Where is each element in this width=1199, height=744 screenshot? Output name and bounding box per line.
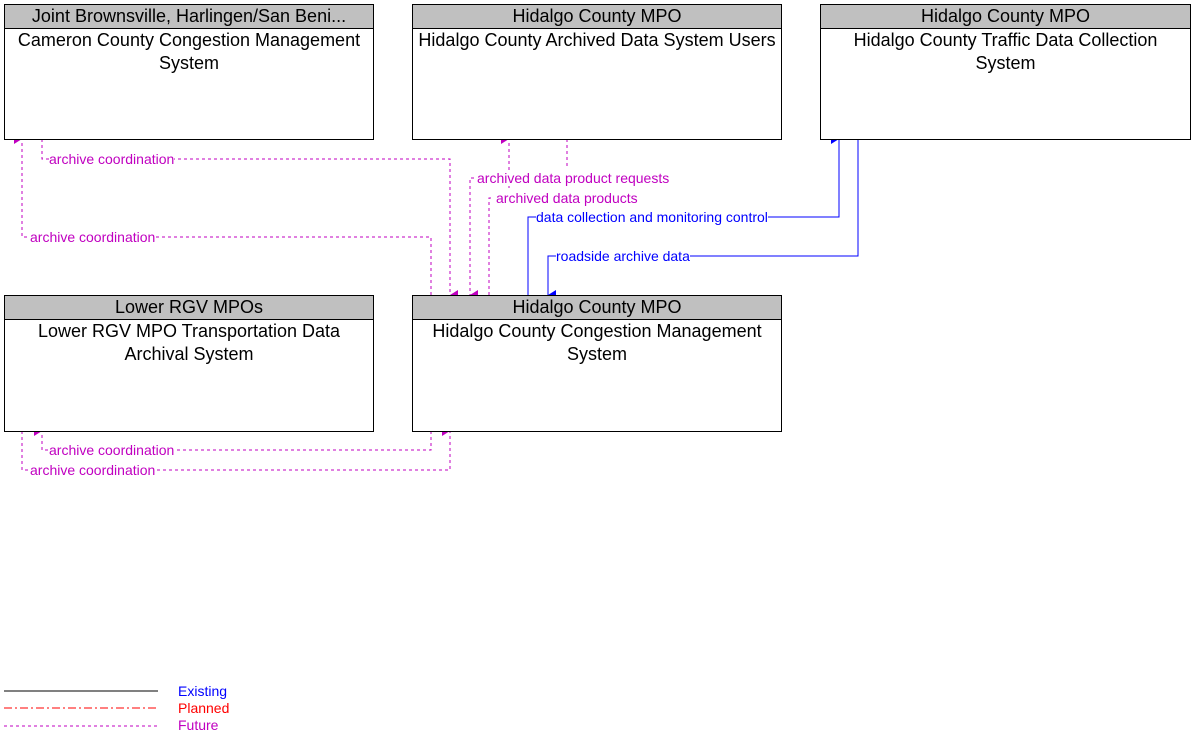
flow-line (469, 177, 478, 300)
box-header: Hidalgo County MPO (821, 5, 1190, 29)
box-hidalgo-cms[interactable]: Hidalgo County MPO Hidalgo County Conges… (412, 295, 782, 432)
flow-label: archive coordination (49, 151, 175, 167)
box-lower-rgv-archive[interactable]: Lower RGV MPOs Lower RGV MPO Transportat… (4, 295, 374, 432)
flow-label: archive coordination (30, 462, 156, 478)
box-cameron-cms[interactable]: Joint Brownsville, Harlingen/San Beni...… (4, 4, 374, 140)
flow-line (488, 197, 493, 295)
flow-label: roadside archive data (556, 248, 690, 264)
flow-label: archive coordination (30, 229, 156, 245)
box-header: Lower RGV MPOs (5, 296, 373, 320)
flow-label: archive coordination (49, 442, 175, 458)
legend-future-label: Future (178, 717, 219, 733)
box-header: Hidalgo County MPO (413, 296, 781, 320)
box-archived-data-users[interactable]: Hidalgo County MPO Hidalgo County Archiv… (412, 4, 782, 140)
legend-planned-label: Planned (178, 700, 230, 716)
box-title: Cameron County Congestion Management Sys… (17, 30, 361, 73)
box-header: Hidalgo County MPO (413, 5, 781, 29)
box-traffic-data-collection[interactable]: Hidalgo County MPO Hidalgo County Traffi… (820, 4, 1191, 140)
box-title: Hidalgo County Traffic Data Collection S… (853, 30, 1158, 73)
legend-existing-label: Existing (178, 683, 228, 699)
flow-label: archived data products (496, 190, 638, 206)
box-title: Hidalgo County Archived Data System User… (418, 30, 776, 50)
box-title: Lower RGV MPO Transportation Data Archiv… (37, 321, 341, 364)
box-header: Joint Brownsville, Harlingen/San Beni... (5, 5, 373, 29)
box-title: Hidalgo County Congestion Management Sys… (432, 321, 762, 364)
flow-label: archived data product requests (477, 170, 670, 186)
flow-label: data collection and monitoring control (536, 209, 768, 225)
